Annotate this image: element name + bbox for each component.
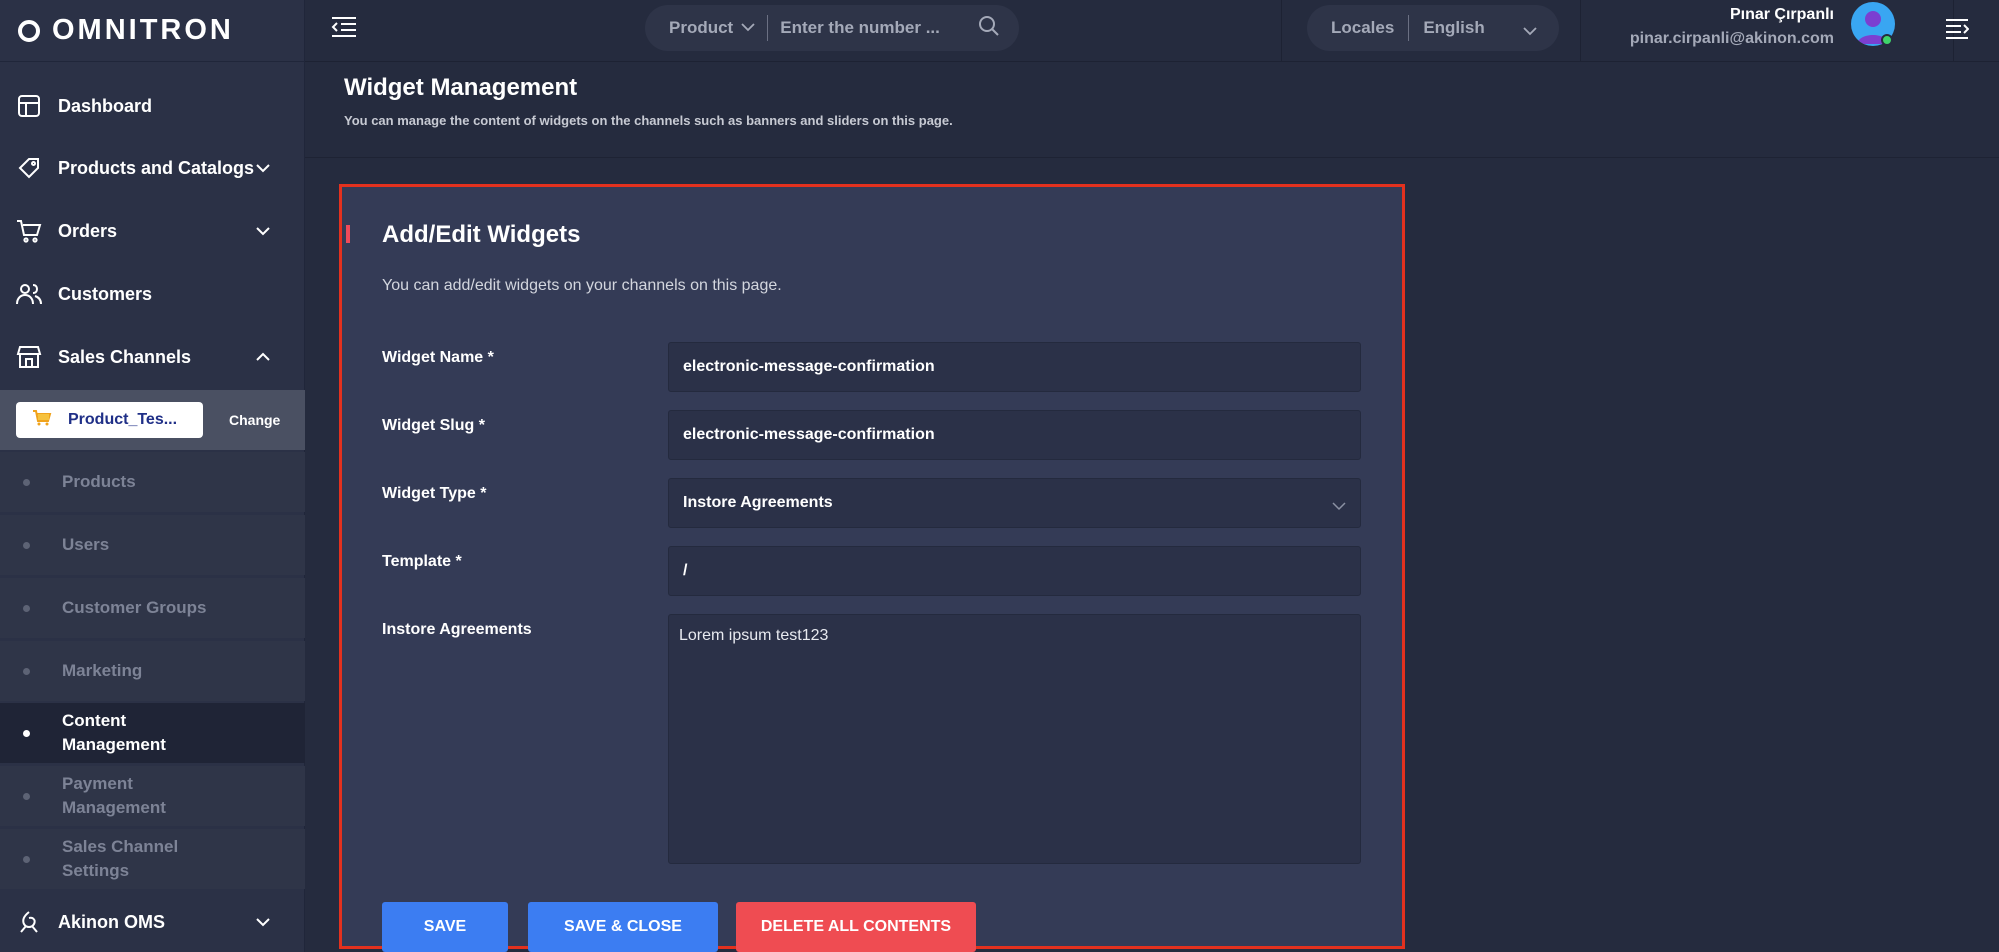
widget-type-value: Instore Agreements (683, 494, 833, 511)
tag-icon (16, 155, 42, 181)
search-icon[interactable] (978, 15, 1000, 42)
sidebar-item-orders[interactable]: Orders (0, 201, 305, 261)
chevron-down-icon (255, 914, 271, 932)
widget-type-label: Widget Type * (382, 485, 487, 502)
store-icon (16, 344, 42, 370)
topbar: Product Locales English Pınar Çırpanlı p… (305, 0, 1999, 62)
brand-name: OMNITRON (52, 14, 234, 46)
shopping-cart-icon (32, 409, 52, 431)
divider (1580, 0, 1581, 62)
locale-label: Locales (1331, 18, 1395, 37)
widget-type-select[interactable]: Instore Agreements (668, 478, 1361, 528)
template-label: Template * (382, 553, 462, 570)
sidebar-item-sales-channels[interactable]: Sales Channels (0, 327, 305, 387)
template-input[interactable]: / (668, 546, 1361, 596)
sidebar-subitem-products[interactable]: Products (0, 452, 305, 512)
sidebar-subitem-marketing[interactable]: Marketing (0, 641, 305, 701)
widget-name-input[interactable]: electronic-message-confirmation (668, 342, 1361, 392)
chevron-up-icon (255, 349, 271, 367)
sidebar-subitem-customer-groups[interactable]: Customer Groups (0, 578, 305, 638)
channel-name: Product_Tes... (68, 411, 178, 428)
change-channel-button[interactable]: Change (229, 412, 280, 428)
sidebar-item-products-and-catalogs[interactable]: Products and Catalogs (0, 138, 305, 198)
save-button[interactable]: SAVE (382, 902, 508, 952)
delete-all-contents-button[interactable]: DELETE ALL CONTENTS (736, 902, 976, 952)
sidebar-row-fill (190, 829, 305, 889)
form-description: You can add/edit widgets on your channel… (382, 277, 782, 294)
user-name: Pınar Çırpanlı (1729, 6, 1834, 23)
sidebar-subitem-label: Payment Management (62, 774, 166, 817)
bullet-icon (23, 605, 30, 612)
locale-value: English (1423, 18, 1485, 37)
global-search: Product (645, 5, 1019, 51)
save-and-close-button[interactable]: SAVE & CLOSE (528, 902, 718, 952)
akinon-icon (16, 909, 42, 935)
search-input[interactable] (780, 18, 967, 38)
instore-agreements-textarea[interactable]: Lorem ipsum test123 (668, 614, 1361, 864)
brand-logo[interactable]: OMNITRON (0, 0, 304, 62)
collapse-menu-icon[interactable] (331, 16, 357, 43)
chevron-down-icon (1332, 498, 1346, 516)
widget-slug-label: Widget Slug * (382, 417, 485, 434)
sidebar-item-dashboard[interactable]: Dashboard (0, 76, 305, 136)
sidebar-item-label: Orders (58, 220, 118, 241)
divider (1281, 0, 1282, 62)
bullet-icon (23, 542, 30, 549)
widget-name-label: Widget Name * (382, 349, 494, 366)
sidebar: OMNITRON Dashboard Products and Catalogs… (0, 0, 305, 952)
chevron-down-icon (1523, 23, 1537, 41)
omnitron-logo-icon (18, 19, 40, 42)
sidebar-subitem-users[interactable]: Users (0, 515, 305, 575)
search-type-select[interactable]: Product (669, 18, 733, 38)
page-subtitle: You can manage the content of widgets on… (344, 113, 953, 128)
locale-select[interactable]: Locales English (1307, 5, 1559, 51)
sidebar-active-row-fill (170, 703, 305, 763)
instore-agreements-label: Instore Agreements (382, 621, 532, 638)
divider (1408, 15, 1410, 41)
bullet-icon (23, 479, 30, 486)
online-status-indicator (1881, 34, 1893, 46)
sidebar-item-customers[interactable]: Customers (0, 264, 305, 324)
bullet-icon (23, 793, 30, 800)
layout-icon (16, 93, 42, 119)
channel-selector: Product_Tes... Change (0, 390, 305, 450)
users-icon (16, 281, 42, 307)
chevron-down-icon (255, 223, 271, 241)
sidebar-item-label: Dashboard (58, 95, 153, 116)
sidebar-row-fill (190, 766, 305, 826)
cart-icon (16, 218, 42, 244)
sidebar-item-label: Akinon OMS (58, 911, 165, 932)
divider (767, 15, 769, 41)
widget-slug-input[interactable]: electronic-message-confirmation (668, 410, 1361, 460)
sidebar-item-label: Customers (58, 283, 153, 304)
chevron-down-icon (255, 160, 271, 178)
page-title: Widget Management (344, 74, 578, 101)
sidebar-item-label: Products and Catalogs (58, 157, 255, 178)
bullet-icon (23, 668, 30, 675)
chevron-down-icon[interactable] (741, 19, 755, 37)
sidebar-subitem-content-management[interactable]: Content Management (0, 703, 170, 763)
sidebar-subitem-payment-management[interactable]: Payment Management (0, 766, 190, 826)
sidebar-subitem-label: Sales Channel Settings (62, 837, 179, 880)
user-email: pinar.cirpanli@akinon.com (1629, 30, 1834, 47)
sidebar-subitem-label: Marketing (62, 661, 143, 680)
current-channel-chip[interactable]: Product_Tes... (16, 402, 203, 438)
bullet-icon (23, 856, 30, 863)
right-panel-toggle-icon[interactable] (1945, 18, 1970, 45)
form-title: Add/Edit Widgets (382, 221, 581, 248)
sidebar-subitem-label: Users (62, 535, 110, 554)
card-accent-bar (346, 225, 350, 243)
sidebar-item-akinon-oms[interactable]: Akinon OMS (0, 892, 305, 952)
bullet-icon (23, 730, 30, 737)
sidebar-item-label: Sales Channels (58, 346, 192, 367)
sidebar-subitem-label: Customer Groups (62, 598, 207, 617)
sidebar-subitem-sales-channel-settings[interactable]: Sales Channel Settings (0, 829, 190, 889)
sidebar-subitem-label: Content Management (62, 711, 166, 754)
widget-form-card: Add/Edit Widgets You can add/edit widget… (339, 184, 1405, 952)
page-header: Widget Management You can manage the con… (305, 62, 1999, 158)
sidebar-subitem-label: Products (62, 472, 136, 491)
